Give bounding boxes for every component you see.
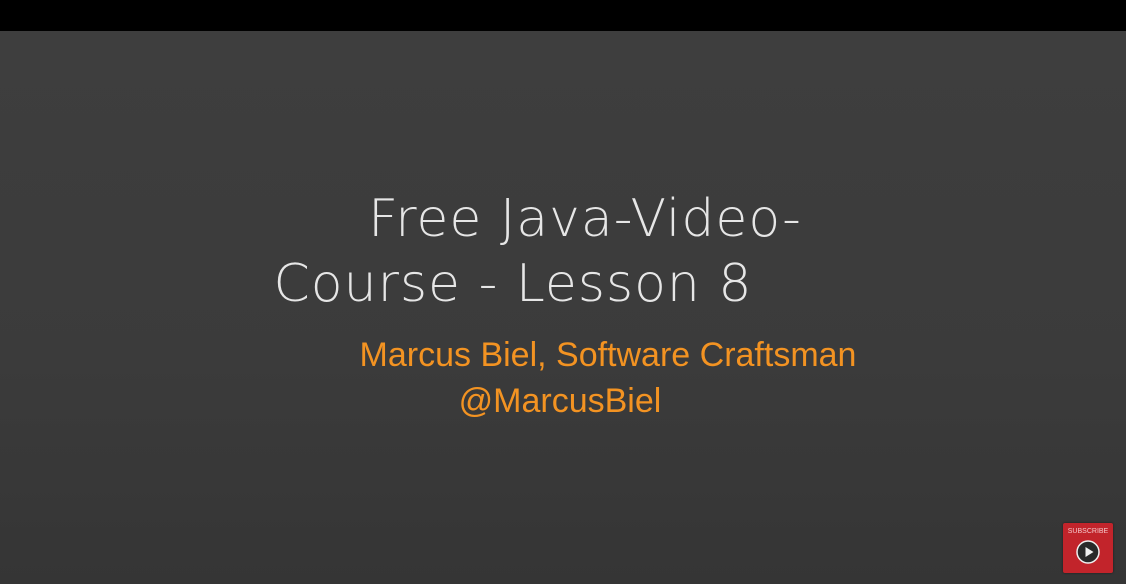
play-icon (1076, 540, 1100, 564)
video-frame: Free Java-Video- Course - Lesson 8 Marcu… (0, 0, 1126, 584)
subscribe-button[interactable]: SUBSCRIBE (1063, 523, 1113, 573)
slide-title-line-1: Free Java-Video- (368, 189, 802, 249)
video-slide: Free Java-Video- Course - Lesson 8 Marcu… (0, 31, 1126, 584)
author-line: Marcus Biel, Software Craftsman (359, 336, 857, 374)
slide-title-line-2: Course - Lesson 8 (273, 254, 753, 314)
subscribe-label: SUBSCRIBE (1067, 528, 1109, 535)
author-handle: @MarcusBiel (458, 382, 662, 420)
